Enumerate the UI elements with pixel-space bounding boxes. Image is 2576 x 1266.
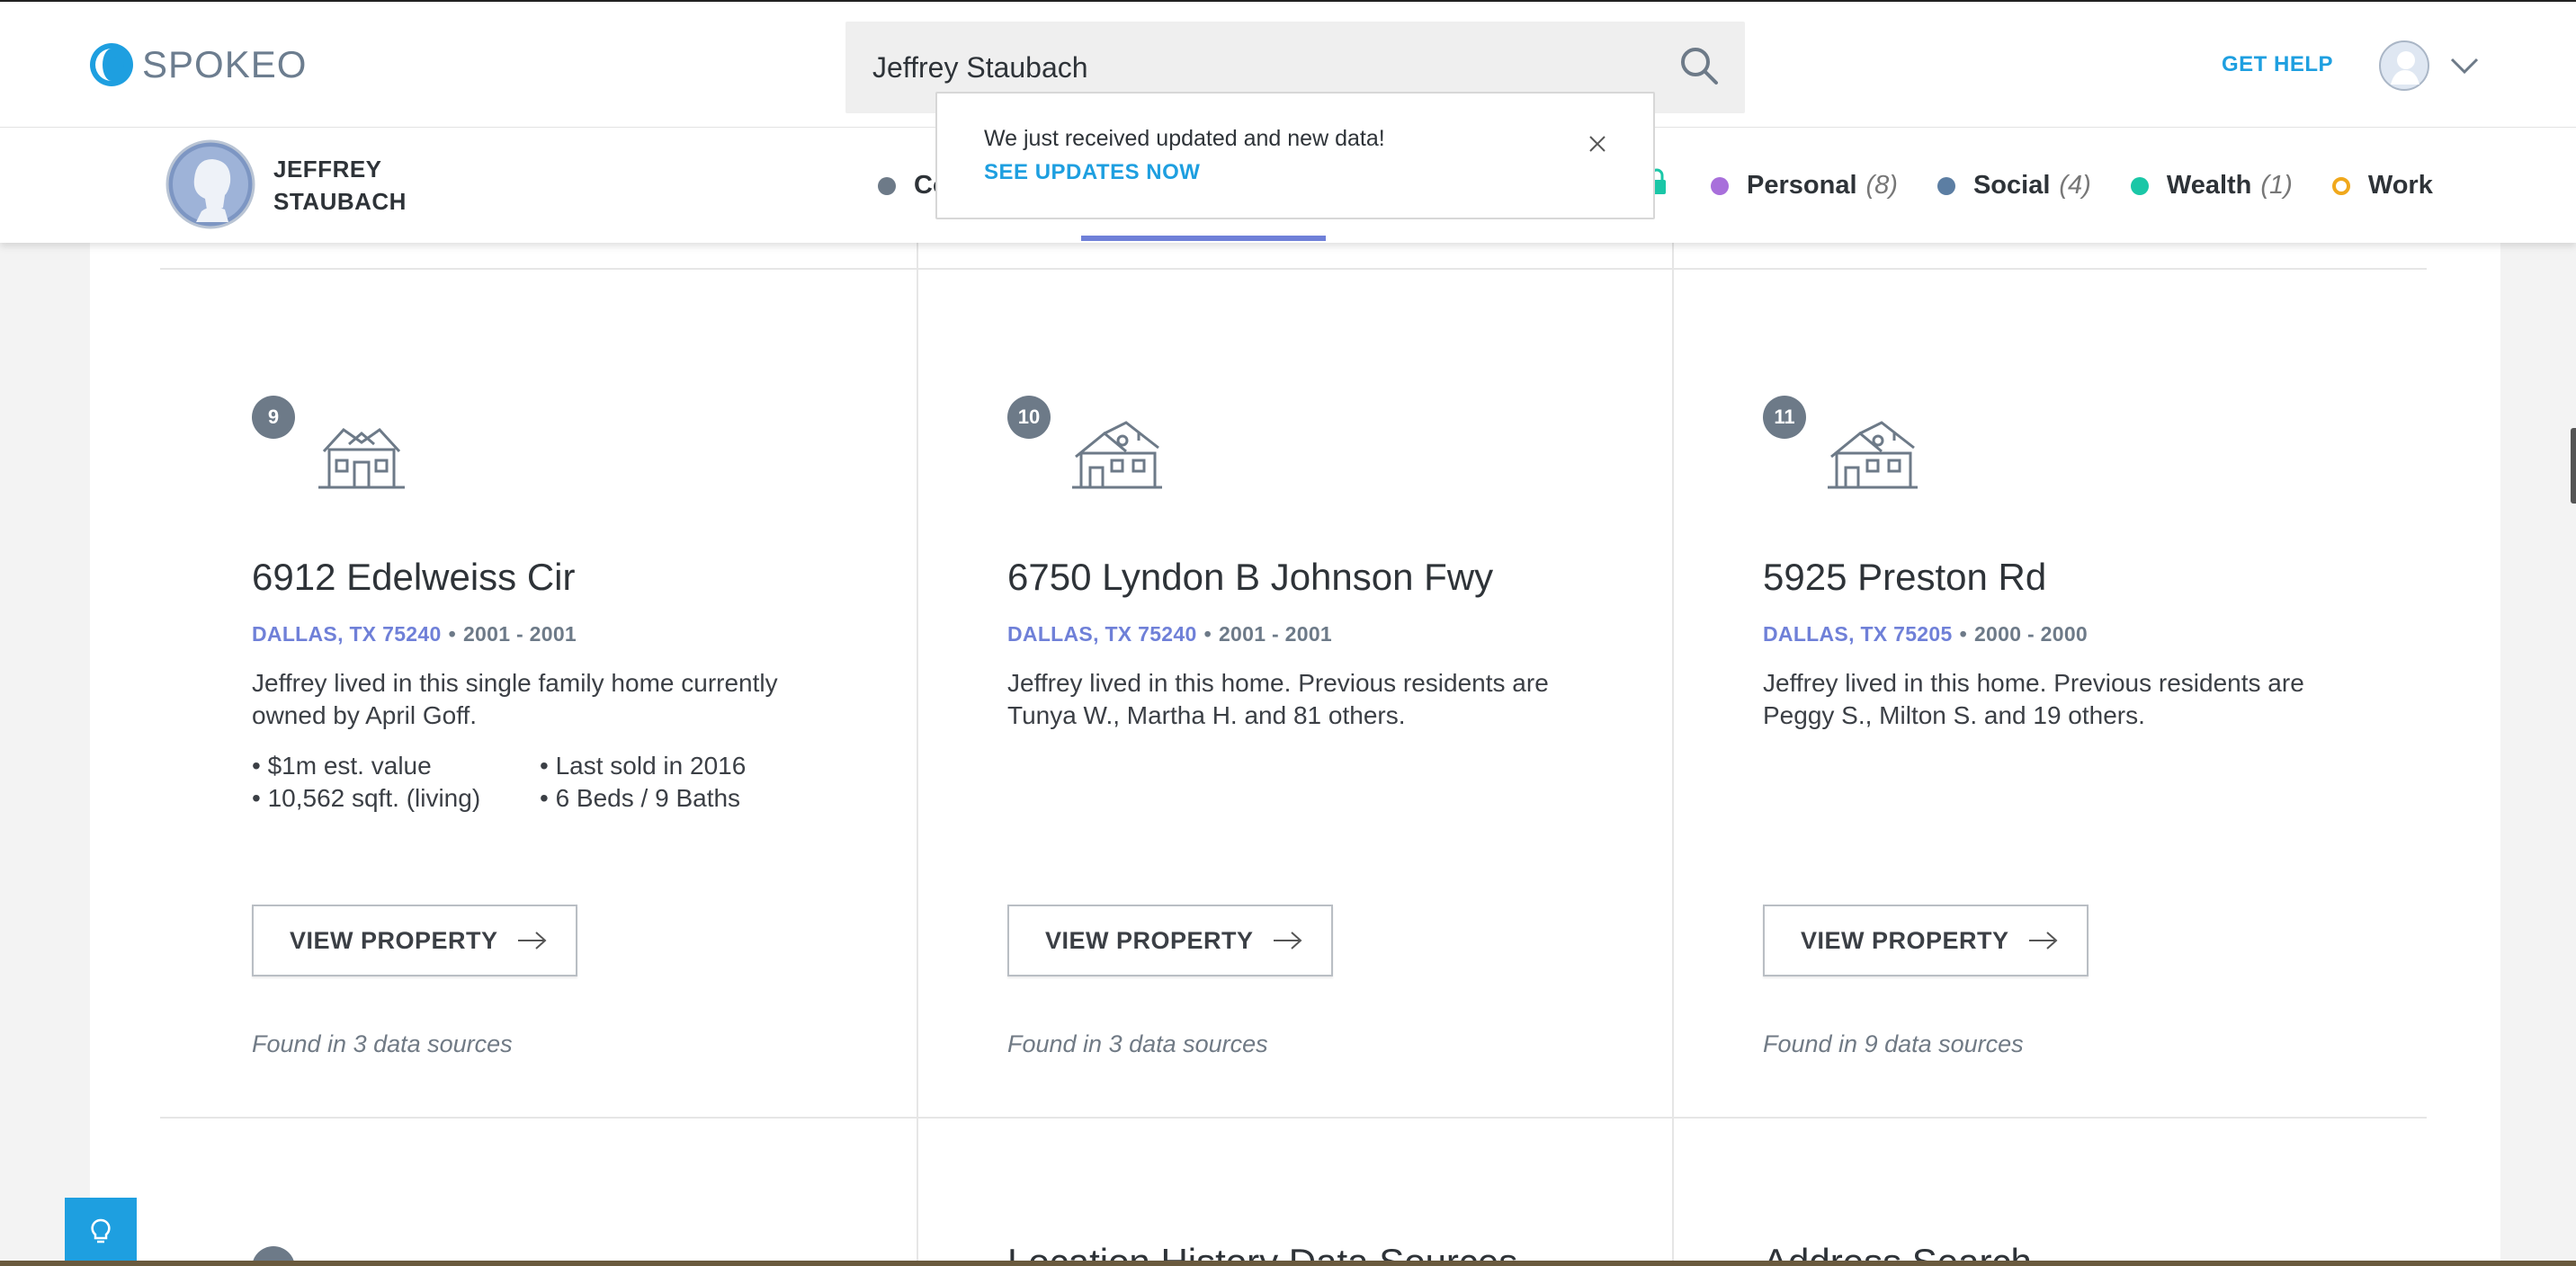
house-icon [1072, 421, 1162, 489]
logo-text: SPOKEO [142, 43, 308, 85]
view-property-button[interactable]: VIEW PROPERTY [1007, 905, 1333, 976]
category-label: Social [1972, 171, 2051, 200]
category-dot [1711, 176, 1729, 195]
card-number-badge: 9 [252, 396, 295, 439]
window-bottom-edge [0, 1261, 2576, 1266]
tips-button[interactable] [65, 1198, 137, 1266]
category-count: (4) [2059, 171, 2091, 200]
active-tab-underline [1081, 236, 1326, 241]
property-address: 5925 Preston Rd [1763, 556, 2047, 598]
arrow-right-icon [1273, 932, 1302, 950]
property-fact: • 10,562 sqft. (living) [252, 784, 481, 812]
property-address: 6750 Lyndon B Johnson Fwy [1007, 556, 1494, 598]
property-description: Jeffrey lived in this home. Previous res… [1007, 669, 1549, 729]
search-input[interactable] [872, 45, 1682, 90]
spokeo-logo[interactable]: SPOKEO [88, 41, 307, 88]
property-years: 2001 - 2001 [1218, 622, 1333, 646]
meta-separator: • [448, 622, 456, 646]
arrow-right-icon [517, 932, 547, 950]
content-panel [90, 243, 2500, 1266]
category-tab-wealth[interactable]: Wealth (1) [2130, 171, 2293, 201]
category-tab-personal[interactable]: Personal (8) [1711, 171, 1898, 201]
property-description: Jeffrey lived in this home. Previous res… [1763, 669, 2304, 729]
arrow-right-icon [2028, 932, 2058, 950]
property-fact: • 6 Beds / 9 Baths [540, 784, 741, 812]
button-label: VIEW PROPERTY [1045, 926, 1254, 954]
category-dot [878, 176, 896, 195]
row-divider [160, 268, 2427, 270]
data-sources-count: Found in 9 data sources [1763, 1030, 2024, 1057]
user-avatar[interactable] [2378, 40, 2430, 92]
view-property-button[interactable]: VIEW PROPERTY [1763, 905, 2089, 976]
category-count: (1) [2260, 171, 2293, 200]
close-icon[interactable] [1587, 133, 1608, 155]
get-help-link[interactable]: GET HELP [2222, 52, 2333, 77]
popup-message: We just received updated and new data! [984, 126, 1385, 151]
category-label: Wealth [2166, 171, 2252, 200]
update-notification-popup: We just received updated and new data! S… [935, 92, 1655, 219]
property-location[interactable]: DALLAS, TX 75240 [1007, 622, 1197, 646]
view-property-button[interactable]: VIEW PROPERTY [252, 905, 577, 976]
column-divider [1672, 243, 1674, 1266]
property-location[interactable]: DALLAS, TX 75205 [1763, 622, 1953, 646]
lightbulb-icon [91, 1218, 111, 1244]
property-years: 2001 - 2001 [462, 622, 577, 646]
scrollbar-handle[interactable] [2571, 428, 2576, 504]
profile-avatar [165, 139, 255, 229]
button-label: VIEW PROPERTY [1801, 926, 2009, 954]
search-icon[interactable] [1678, 45, 1720, 86]
column-divider [917, 243, 918, 1266]
profile-name: JEFFREY STAUBACH [273, 156, 407, 215]
property-meta: DALLAS, TX 75240 • 2001 - 2001 [252, 622, 577, 646]
see-updates-link[interactable]: SEE UPDATES NOW [984, 160, 1200, 185]
data-sources-count: Found in 3 data sources [1007, 1030, 1268, 1057]
property-address: 6912 Edelweiss Cir [252, 556, 576, 598]
category-dot [1936, 176, 1955, 195]
house-icon [1828, 421, 1918, 489]
button-label: VIEW PROPERTY [290, 926, 498, 954]
property-fact: • Last sold in 2016 [540, 752, 747, 780]
category-label: Work [2367, 171, 2433, 200]
card-number-badge: 11 [1763, 396, 1806, 439]
house-icon [318, 428, 405, 489]
category-tab-work[interactable]: Work [2331, 171, 2433, 201]
property-location[interactable]: DALLAS, TX 75240 [252, 622, 442, 646]
row-divider [160, 1117, 2427, 1119]
spokeo-logo-icon [90, 43, 133, 86]
property-description: Jeffrey lived in this single family home… [252, 669, 778, 729]
property-years: 2000 - 2000 [1973, 622, 2089, 646]
property-fact: • $1m est. value [252, 752, 432, 780]
property-meta: DALLAS, TX 75205 • 2000 - 2000 [1763, 622, 2088, 646]
meta-separator: • [1203, 622, 1212, 646]
category-tab-social[interactable]: Social (4) [1936, 171, 2091, 201]
category-dot [2331, 176, 2350, 195]
category-dot [2130, 176, 2149, 195]
category-label: Personal [1747, 171, 1857, 200]
data-sources-count: Found in 3 data sources [252, 1030, 513, 1057]
chevron-down-icon[interactable] [2448, 52, 2481, 77]
meta-separator: • [1959, 622, 1967, 646]
category-count: (8) [1865, 171, 1898, 200]
card-number-badge: 10 [1007, 396, 1051, 439]
category-tabs: Personal (8) Social (4) Wealth (1) Work [1711, 171, 2433, 201]
property-meta: DALLAS, TX 75240 • 2001 - 2001 [1007, 622, 1332, 646]
